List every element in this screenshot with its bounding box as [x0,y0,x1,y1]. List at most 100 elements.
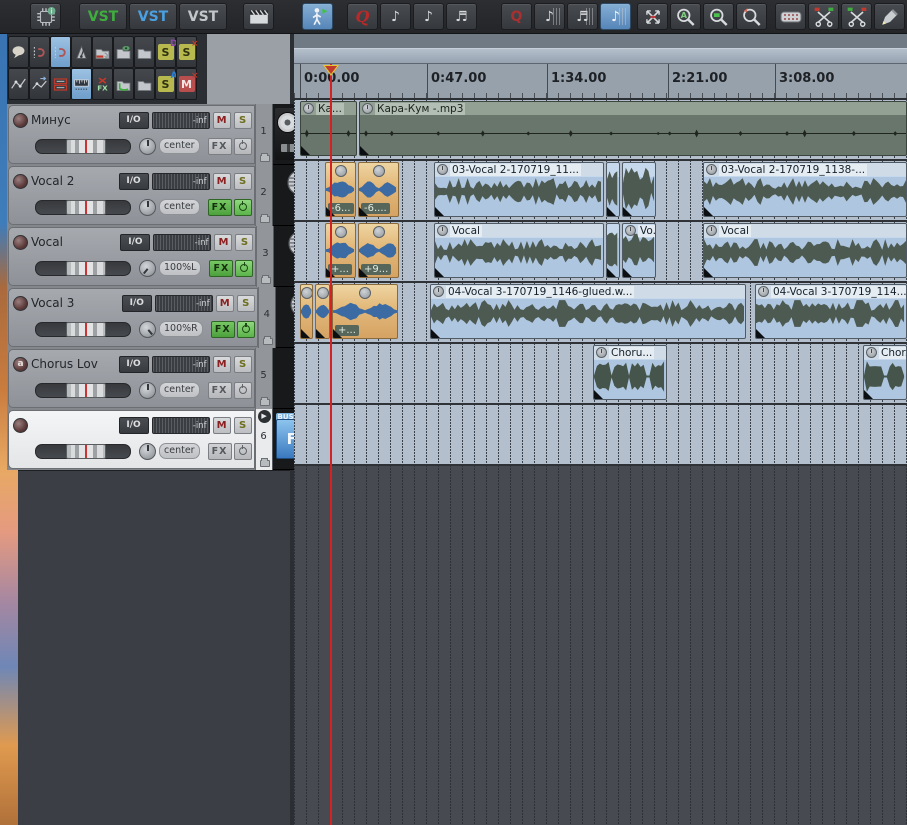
fx-button[interactable]: FX [207,442,232,460]
folder-plain-2-button[interactable] [134,68,155,100]
walk-run-button[interactable] [302,3,333,30]
folder-indent-button[interactable] [113,68,134,100]
track-name[interactable]: Vocal 3 [28,296,122,310]
track-play-icon[interactable]: ▶ [257,410,271,423]
fade-handle[interactable] [607,207,616,216]
fx-button[interactable]: FX [207,198,232,216]
vu-meter[interactable]: -inf [151,355,210,373]
pan-value[interactable]: center [159,443,200,459]
pan-knob[interactable] [139,137,156,155]
track-power-button[interactable] [233,442,252,460]
audio-item[interactable]: 04-Vocal 3-170719_114... [755,284,907,339]
folder-state-icon[interactable] [259,153,270,162]
volume-fader-handle[interactable] [66,138,106,154]
track-number-column[interactable]: 3 [256,226,275,287]
item-volume-knob[interactable] [437,164,448,175]
fade-handle[interactable] [301,146,310,155]
clapperboard-button[interactable] [243,3,274,30]
record-arm-button[interactable]: a [13,356,28,372]
envelope-points-button[interactable] [8,68,29,100]
fade-handle[interactable] [435,268,444,277]
folder-state-icon[interactable] [262,336,273,345]
item-volume-knob[interactable] [372,165,385,177]
pan-knob[interactable] [139,259,156,277]
item-volume-knob[interactable] [334,226,347,238]
vu-meter[interactable]: -inf [151,111,210,129]
pan-knob[interactable] [139,198,156,216]
audio-item[interactable]: 04-Vocal 3-170719_1146-glued.w... [430,284,746,339]
pan-value[interactable]: center [159,138,200,154]
solo-button[interactable]: S [233,355,252,373]
unsolo-all-button[interactable]: S × [176,36,199,68]
volume-fader-handle[interactable] [66,382,106,398]
fade-handle[interactable] [607,268,616,277]
fade-handle[interactable] [623,207,632,216]
track-panel-5[interactable]: a Chorus Lov I/O -inf M Scenter FX 5 [7,348,323,409]
fade-handle[interactable] [359,207,368,216]
audio-item[interactable]: Vo... [622,223,656,278]
fx-button[interactable]: FX [210,320,235,338]
fade-handle[interactable] [756,329,765,338]
track-panel-2[interactable]: Vocal 2 I/O -inf M Scenter FX 2 [7,165,323,226]
pan-knob[interactable] [139,442,156,460]
pan-knob[interactable] [139,381,156,399]
vst-enabled-button[interactable]: VST [79,3,127,30]
volume-fader-handle[interactable] [66,321,106,337]
mute-button[interactable]: M [214,233,233,251]
track-number-column[interactable]: 5 [254,348,273,409]
fade-handle[interactable] [360,146,369,155]
track-number-column[interactable]: 4 [257,287,276,348]
note-eighth-2-button[interactable]: ♪ [413,3,444,30]
record-arm-button[interactable] [13,173,28,189]
folder-state-icon[interactable] [259,458,270,467]
audio-item[interactable]: 03-Vocal 2-170719_11... [434,162,604,217]
record-arm-button[interactable] [13,417,28,433]
pan-value[interactable]: center [159,199,200,215]
plugin-chip-button[interactable]: i [30,3,61,30]
fade-handle[interactable] [704,268,713,277]
auto-solo-button[interactable]: SA [155,68,178,100]
quantize-script-button[interactable]: Q [347,3,378,30]
fx-button[interactable]: FX [207,137,232,155]
track-lane-1[interactable]: Ка... Кара-Кум -.mp3 [294,100,907,161]
audio-item[interactable]: Кара-Кум -.mp3 [359,101,907,156]
audio-item[interactable]: 03-Vocal 2-170719_1138-... [703,162,907,217]
volume-fader[interactable] [35,138,131,154]
track-lane-2[interactable]: -6... -6.... 03-Vocal 2-170719_11... 03-Voc… [294,161,907,222]
split-keep-right-button[interactable] [808,3,839,30]
track-lane-3[interactable]: +...+9...VocalVo...Vocal [294,222,907,283]
item-volume-knob[interactable] [433,286,444,297]
io-button[interactable]: I/O [121,294,152,312]
track-panel-1[interactable]: Минус I/O -inf M Scenter FX 1 [7,104,323,165]
item-volume-knob[interactable] [316,287,329,299]
track-lane-4[interactable]: +... 04-Vocal 3-170719_1146-glued.w... 04-… [294,283,907,344]
track-name[interactable]: Vocal 2 [28,174,119,188]
scrollbar-track[interactable] [294,34,907,48]
item-volume-knob[interactable] [625,225,636,236]
item-volume-knob[interactable] [303,103,314,114]
note-beamed-button[interactable]: ♬ [446,3,477,30]
item-volume-knob[interactable] [362,103,373,114]
audio-item[interactable]: Vocal [703,223,907,278]
zoom-selection-button[interactable] [703,3,734,30]
item-volume-knob[interactable] [301,287,312,299]
fx-button[interactable]: FX [207,381,232,399]
zoom-amount-button[interactable]: A [670,3,701,30]
ruler-mode-button[interactable] [71,68,92,100]
fx-bypass-button[interactable]: FX [92,68,113,100]
track-number-column[interactable]: ▶ 6 [254,409,273,470]
fade-handle[interactable] [435,207,444,216]
track-lane-5[interactable]: Choru... Chor... [294,344,907,405]
mute-button[interactable]: M [215,294,234,312]
edit-cursor[interactable] [330,64,332,825]
volume-fader-handle[interactable] [66,443,106,459]
fade-handle[interactable] [623,268,632,277]
pan-knob[interactable] [139,320,156,338]
audio-item[interactable]: +... [332,284,398,339]
vu-meter[interactable]: -inf [154,294,213,312]
folder-state-icon[interactable] [261,275,272,284]
track-panel-3[interactable]: Vocal I/O -inf M S 100%L FX 3 [7,226,325,287]
track-name[interactable]: Chorus Lov [28,357,119,371]
item-volume-knob[interactable] [359,287,371,299]
razor-edit-button[interactable] [775,3,806,30]
